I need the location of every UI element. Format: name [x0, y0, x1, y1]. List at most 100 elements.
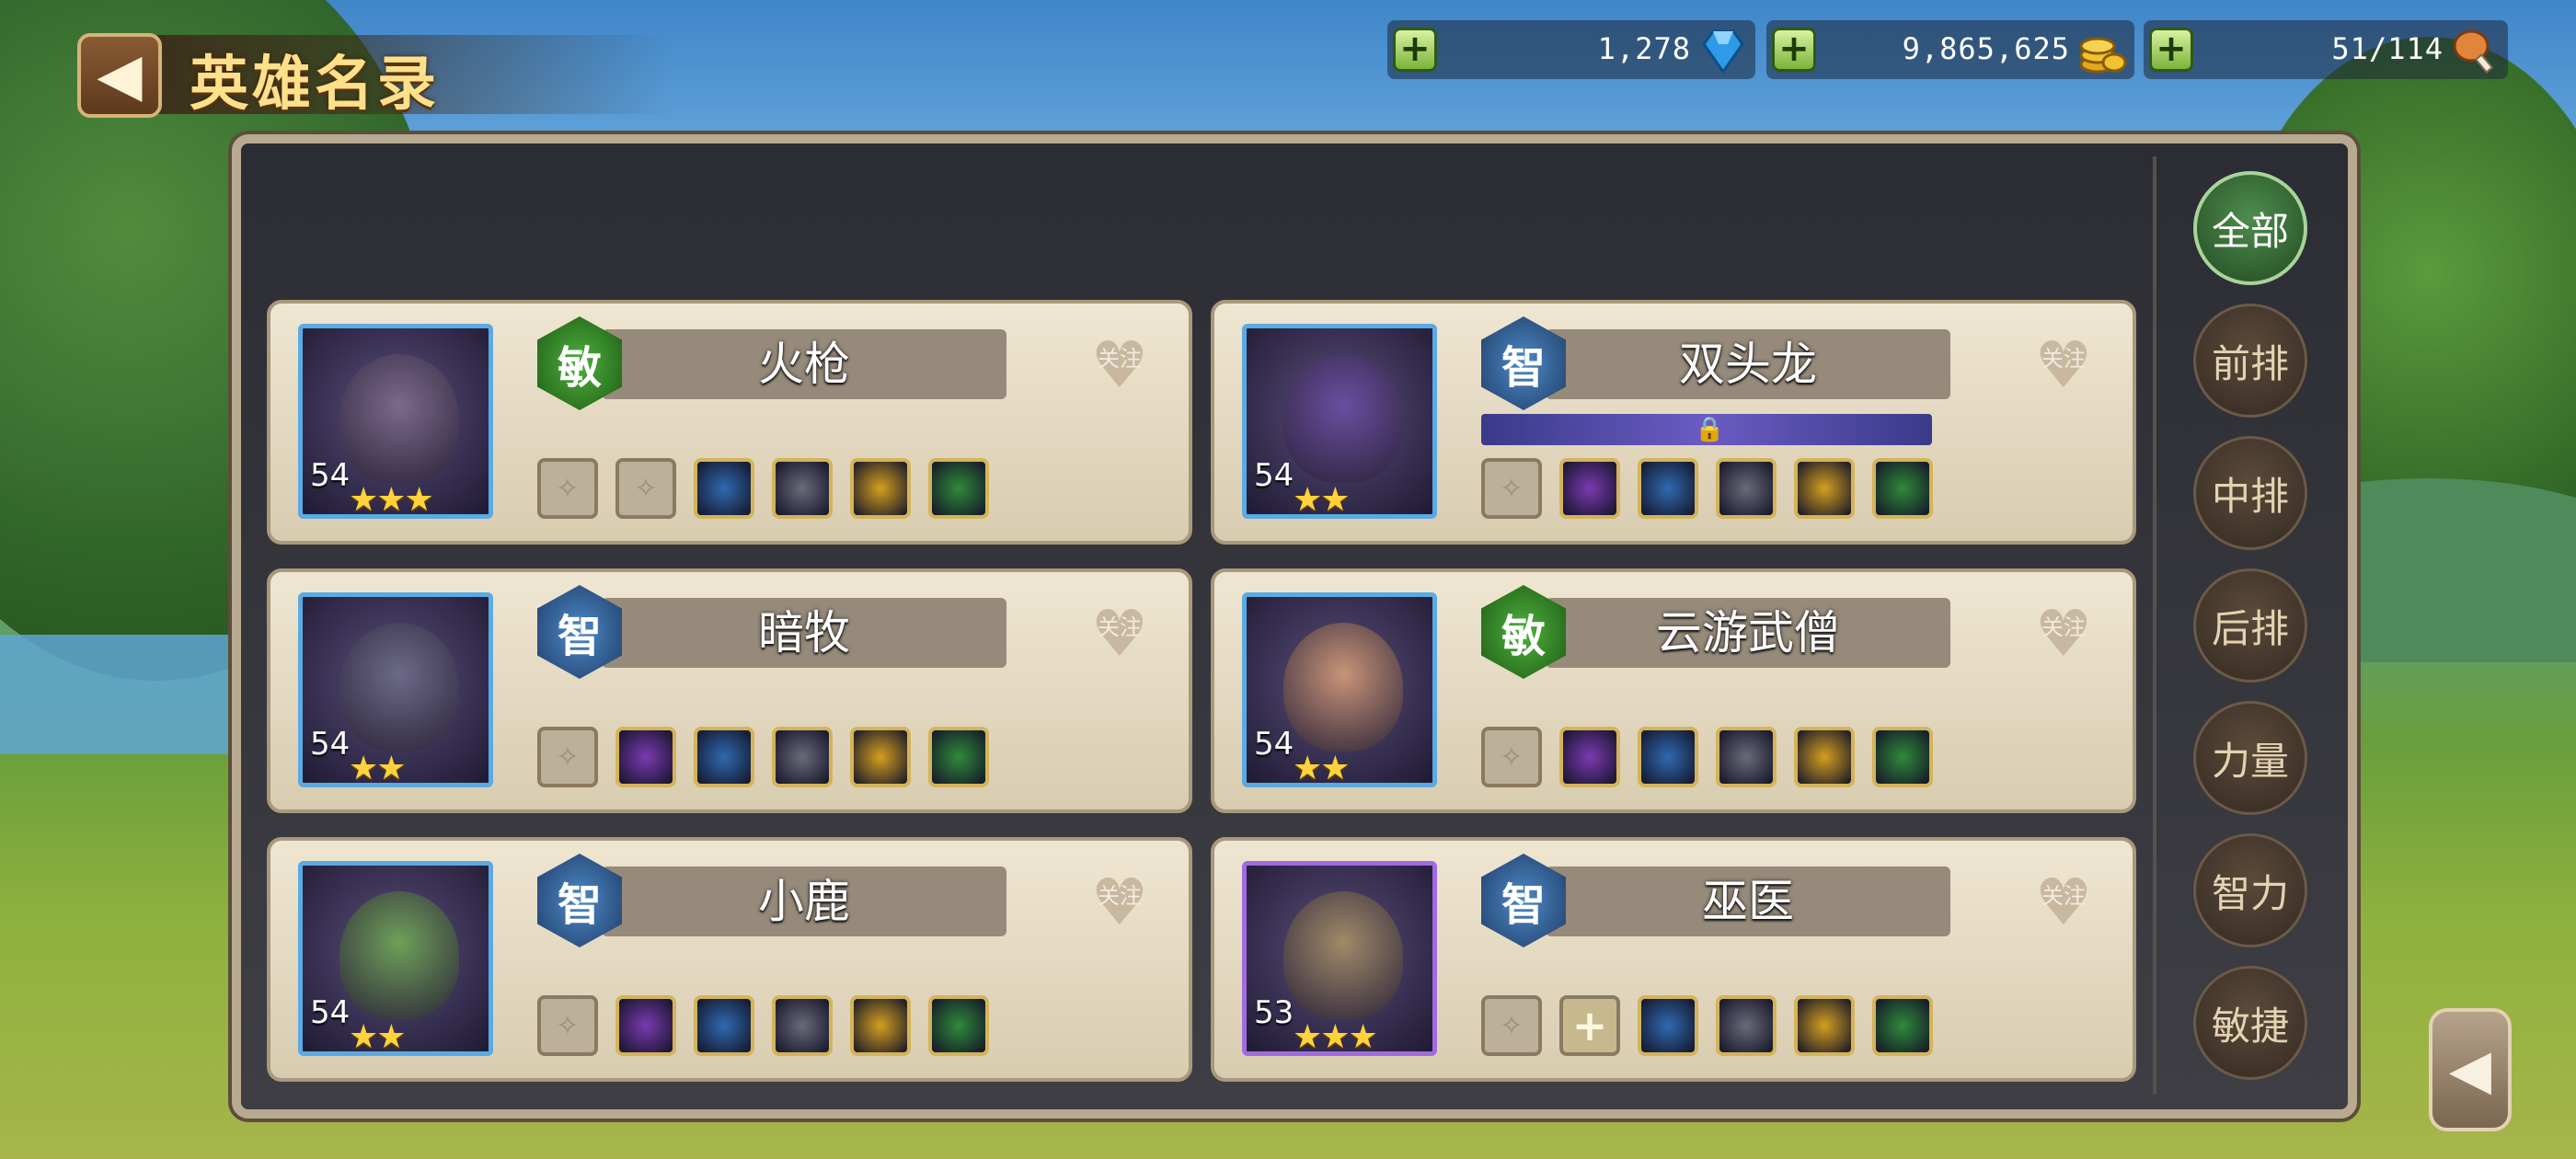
lock-icon: 🔒 — [1695, 416, 1725, 443]
hero-portrait[interactable]: 54 ★★ — [1242, 324, 1437, 519]
hero-card[interactable]: 54 ★★ 智双头龙 ♥ 关注 🔒 ✧ — [1211, 300, 2136, 545]
add-diamond-button[interactable]: + — [1393, 28, 1437, 72]
blade-icon[interactable] — [1559, 727, 1620, 787]
add-gold-button[interactable]: + — [1772, 28, 1816, 72]
gauntlet-icon[interactable] — [1638, 727, 1698, 787]
follow-heart-button[interactable]: ♥ 关注 — [2026, 596, 2101, 671]
gold-counter: + 9,865,625 — [1766, 20, 2134, 79]
follow-label: 关注 — [2041, 346, 2086, 372]
follow-label: 关注 — [2041, 614, 2086, 640]
collapse-panel-button[interactable]: ◀ — [2429, 1008, 2512, 1131]
empty-equipment-slot[interactable]: ✧ — [615, 458, 676, 519]
hero-face-icon — [339, 623, 459, 752]
hero-stars: ★★ — [1293, 750, 1351, 787]
sword-icon[interactable] — [850, 458, 911, 519]
hero-card[interactable]: 54 ★★ 智小鹿 ♥ 关注 ✧ — [267, 837, 1192, 1082]
potion-icon[interactable] — [1794, 458, 1855, 519]
ring-icon[interactable] — [850, 727, 911, 787]
sword-icon[interactable] — [1794, 995, 1855, 1056]
cloak-icon[interactable] — [850, 995, 911, 1056]
hero-level: 54 — [310, 994, 351, 1031]
hero-stars: ★★ — [1293, 481, 1351, 519]
gold-value: 9,865,625 — [1902, 31, 2070, 66]
hero-portrait[interactable]: 53 ★★★ — [1242, 861, 1437, 1056]
equipment-row: ✧ — [537, 995, 989, 1056]
helm-icon[interactable] — [1716, 458, 1777, 519]
follow-heart-button[interactable]: ♥ 关注 — [2026, 327, 2101, 403]
equipment-row: ✧ — [537, 727, 989, 787]
follow-label: 关注 — [1098, 883, 1142, 909]
boot-icon[interactable] — [928, 995, 989, 1056]
add-equipment-button[interactable]: + — [1559, 995, 1620, 1056]
hero-card[interactable]: 53 ★★★ 智巫医 ♥ 关注 ✧ + — [1211, 837, 2136, 1082]
follow-heart-button[interactable]: ♥ 关注 — [1082, 596, 1157, 671]
book-icon[interactable] — [615, 727, 676, 787]
follow-heart-button[interactable]: ♥ 关注 — [1082, 327, 1157, 403]
sword-icon[interactable] — [772, 995, 833, 1056]
gem-icon[interactable] — [615, 995, 676, 1056]
hero-name: 暗牧 — [758, 606, 850, 660]
empty-equipment-slot[interactable]: ✧ — [537, 458, 598, 519]
hero-stars: ★★★ — [1293, 1018, 1378, 1056]
staff-icon[interactable] — [694, 727, 754, 787]
empty-equipment-slot[interactable]: ✧ — [537, 995, 598, 1056]
hero-level: 54 — [310, 457, 351, 494]
mask-icon[interactable] — [772, 458, 833, 519]
filter-back-button[interactable]: 后排 — [2193, 568, 2307, 683]
hero-level: 54 — [1254, 457, 1294, 494]
filter-middle-button[interactable]: 中排 — [2193, 436, 2307, 550]
hero-name: 巫医 — [1702, 875, 1794, 928]
boot-icon[interactable] — [1872, 727, 1933, 787]
hero-portrait[interactable]: 54 ★★ — [298, 861, 493, 1056]
filter-agility-button[interactable]: 敏捷 — [2193, 966, 2307, 1080]
hero-portrait[interactable]: 54 ★★ — [1242, 592, 1437, 787]
hero-card[interactable]: 54 ★★★ 敏火枪 ♥ 关注 ✧ ✧ — [267, 300, 1192, 545]
hammer-icon[interactable] — [694, 458, 754, 519]
skull-icon[interactable] — [1638, 458, 1698, 519]
filter-strength-button[interactable]: 力量 — [2193, 701, 2307, 815]
filter-label: 智力 — [2211, 870, 2289, 916]
filter-intelligence-button[interactable]: 智力 — [2193, 833, 2307, 947]
hero-face-icon — [1283, 623, 1403, 752]
filter-label: 力量 — [2211, 738, 2289, 784]
empty-equipment-slot[interactable]: ✧ — [1481, 458, 1542, 519]
follow-heart-button[interactable]: ♥ 关注 — [2026, 865, 2101, 940]
hero-level: 53 — [1254, 994, 1294, 1031]
follow-heart-button[interactable]: ♥ 关注 — [1082, 865, 1157, 940]
back-button[interactable]: ◀ — [77, 33, 162, 118]
orb-icon[interactable] — [1716, 995, 1777, 1056]
dagger-icon[interactable] — [1638, 995, 1698, 1056]
page-title: 英雄名录 — [190, 51, 440, 119]
hero-name: 云游武僧 — [1656, 606, 1840, 660]
boot-icon[interactable] — [1872, 458, 1933, 519]
empty-equipment-slot[interactable]: ✧ — [1481, 727, 1542, 787]
armor-icon[interactable] — [1794, 727, 1855, 787]
diamond-counter: + 1,278 — [1387, 20, 1755, 79]
empty-equipment-slot[interactable]: ✧ — [1481, 995, 1542, 1056]
hero-card[interactable]: 54 ★★ 智暗牧 ♥ 关注 ✧ — [267, 568, 1192, 813]
axe-icon[interactable] — [1872, 995, 1933, 1056]
equipment-row: ✧ — [1481, 727, 1933, 787]
hero-face-icon — [339, 891, 459, 1020]
empty-equipment-slot[interactable]: ✧ — [537, 727, 598, 787]
hero-card[interactable]: 54 ★★ 敏云游武僧 ♥ 关注 ✧ — [1211, 568, 2136, 813]
mask-icon[interactable] — [1716, 727, 1777, 787]
filter-all-button[interactable]: 全部 — [2193, 171, 2307, 285]
hero-portrait[interactable]: 54 ★★★ — [298, 324, 493, 519]
filter-label: 后排 — [2211, 605, 2289, 651]
gold-coins-icon — [2079, 37, 2127, 74]
staff-icon[interactable] — [694, 995, 754, 1056]
cloak-icon[interactable] — [772, 727, 833, 787]
filter-front-button[interactable]: 前排 — [2193, 304, 2307, 418]
filter-label: 敏捷 — [2211, 1003, 2289, 1049]
boot-icon[interactable] — [928, 458, 989, 519]
hero-portrait[interactable]: 54 ★★ — [298, 592, 493, 787]
orb-icon[interactable] — [1559, 458, 1620, 519]
boot-icon[interactable] — [928, 727, 989, 787]
add-stamina-button[interactable]: + — [2149, 28, 2193, 72]
filter-label: 中排 — [2211, 473, 2289, 519]
equipment-row: ✧ ✧ — [537, 458, 989, 519]
hero-stars: ★★★ — [349, 481, 434, 519]
equipment-row: ✧ + — [1481, 995, 1933, 1056]
hero-face-icon — [1283, 354, 1403, 483]
